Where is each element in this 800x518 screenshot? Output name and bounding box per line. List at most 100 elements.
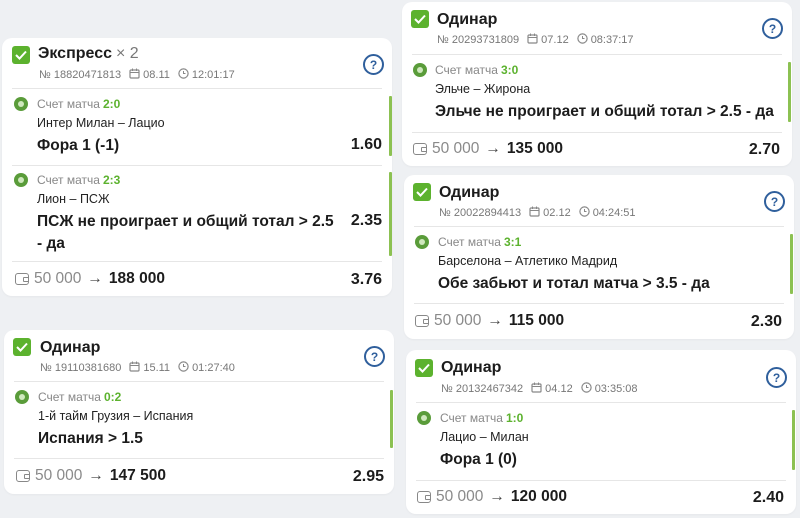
wallet-icon	[16, 470, 30, 482]
stake-amount: 50 000	[35, 467, 83, 484]
event-odd: 1.60	[350, 136, 382, 153]
divider	[412, 54, 782, 55]
bet-date: 08.11	[143, 69, 170, 81]
clock-icon	[178, 361, 189, 375]
clock-icon	[576, 33, 588, 47]
score-value: 2:3	[102, 173, 121, 187]
divider	[14, 458, 384, 459]
event-status-bar	[790, 234, 793, 294]
calendar-icon	[527, 33, 538, 47]
football-icon	[15, 390, 29, 404]
stake-amount: 50 000	[434, 312, 482, 329]
total-odd: 2.95	[352, 468, 384, 485]
score-value: 1:0	[505, 411, 524, 425]
bet-date: 04.12	[545, 383, 573, 395]
win-amount: 135 000	[506, 140, 563, 157]
bet-selection: Фора 1 (-1)	[37, 137, 120, 154]
bet-time: 08:37:17	[590, 34, 634, 46]
bet-selection: Испания > 1.5	[38, 430, 143, 447]
bet-title: Экспресс × 2	[38, 45, 139, 62]
bet-card-single[interactable]: Одинар № 20293731809 07.12 08:37:17 ? Сч…	[402, 2, 792, 166]
checkbox-checked-icon[interactable]	[411, 10, 429, 28]
match-name: 1-й тайм Грузия – Испания	[38, 409, 194, 423]
score-value: 3:0	[500, 63, 519, 77]
football-icon	[14, 173, 28, 187]
win-amount: 120 000	[510, 488, 567, 505]
bet-selection: Фора 1 (0)	[440, 451, 517, 468]
checkbox-checked-icon[interactable]	[413, 183, 431, 201]
bet-time: 12:01:17	[191, 69, 235, 81]
wallet-icon	[415, 315, 429, 327]
total-odd: 2.40	[752, 489, 784, 506]
score-label: Счет матча 2:0	[37, 97, 121, 111]
help-icon[interactable]: ?	[364, 346, 385, 367]
event-status-bar	[788, 62, 791, 122]
bet-selection: Эльче не проиграет и общий тотал > 2.5 -…	[435, 103, 774, 120]
bet-time: 01:27:40	[192, 362, 235, 374]
arrow-icon: →	[487, 312, 503, 329]
event-status-bar	[389, 172, 392, 256]
win-amount: 115 000	[508, 312, 565, 329]
bet-number: № 20132467342	[441, 383, 524, 395]
bet-title: Одинар	[439, 184, 500, 201]
event-status-bar	[792, 410, 795, 470]
checkbox-checked-icon[interactable]	[13, 338, 31, 356]
bet-number: № 19110381680	[40, 362, 122, 374]
clock-icon	[580, 382, 592, 396]
checkbox-checked-icon[interactable]	[415, 359, 433, 377]
football-icon	[415, 235, 429, 249]
stake-row: 50 000 → 115 000	[415, 312, 564, 330]
match-name: Лион – ПСЖ	[37, 192, 110, 206]
bet-number: № 18820471813	[39, 69, 122, 81]
bet-title: Одинар	[437, 11, 498, 28]
event-odd: 2.35	[350, 212, 382, 229]
checkbox-checked-icon[interactable]	[12, 46, 30, 64]
divider	[414, 303, 784, 304]
help-icon[interactable]: ?	[764, 191, 785, 212]
bet-card-single[interactable]: Одинар № 20022894413 02.12 04:24:51 ? Сч…	[404, 175, 794, 339]
wallet-icon	[417, 491, 431, 503]
arrow-icon: →	[87, 270, 103, 287]
arrow-icon: →	[485, 140, 501, 157]
bet-number: № 20293731809	[437, 34, 520, 46]
bet-meta: № 20293731809 07.12 08:37:17	[437, 33, 634, 47]
match-name: Эльче – Жирона	[435, 82, 531, 96]
help-icon[interactable]: ?	[363, 54, 384, 75]
football-icon	[417, 411, 431, 425]
divider	[14, 381, 384, 382]
score-value: 3:1	[503, 235, 522, 249]
help-icon[interactable]: ?	[762, 18, 783, 39]
football-icon	[14, 97, 28, 111]
match-name: Барселона – Атлетико Мадрид	[438, 254, 618, 268]
stake-amount: 50 000	[432, 140, 480, 157]
divider	[416, 402, 786, 403]
win-amount: 147 500	[109, 467, 166, 484]
football-icon	[413, 63, 427, 77]
calendar-icon	[129, 361, 140, 375]
bet-date: 02.12	[543, 207, 571, 219]
score-label: Счет матча 1:0	[440, 411, 524, 425]
total-odd: 2.30	[750, 313, 782, 330]
arrow-icon: →	[88, 467, 104, 484]
divider	[414, 226, 784, 227]
calendar-icon	[529, 206, 540, 220]
stake-amount: 50 000	[436, 488, 484, 505]
bet-number: № 20022894413	[439, 207, 522, 219]
score-label: Счет матча 0:2	[38, 390, 122, 404]
bet-title: Одинар	[441, 359, 502, 376]
calendar-icon	[531, 382, 542, 396]
bet-card-express[interactable]: Экспресс × 2 № 18820471813 08.11 12:01:17…	[2, 38, 392, 296]
bet-card-single[interactable]: Одинар № 19110381680 15.11 01:27:40 ? Сч…	[4, 330, 394, 494]
divider	[12, 165, 382, 166]
bet-card-single[interactable]: Одинар № 20132467342 04.12 03:35:08 ? Сч…	[406, 350, 796, 514]
score-value: 2:0	[102, 97, 121, 111]
score-label: Счет матча 3:0	[435, 63, 519, 77]
total-odd: 3.76	[350, 271, 382, 288]
bet-date: 15.11	[143, 362, 171, 374]
clock-icon	[578, 206, 590, 220]
bet-meta: № 19110381680 15.11 01:27:40	[40, 361, 235, 375]
divider	[12, 88, 382, 89]
score-value: 0:2	[103, 390, 122, 404]
help-icon[interactable]: ?	[766, 367, 787, 388]
bet-selection: ПСЖ не проиграет и общий тотал > 2.5 - д…	[37, 213, 334, 252]
